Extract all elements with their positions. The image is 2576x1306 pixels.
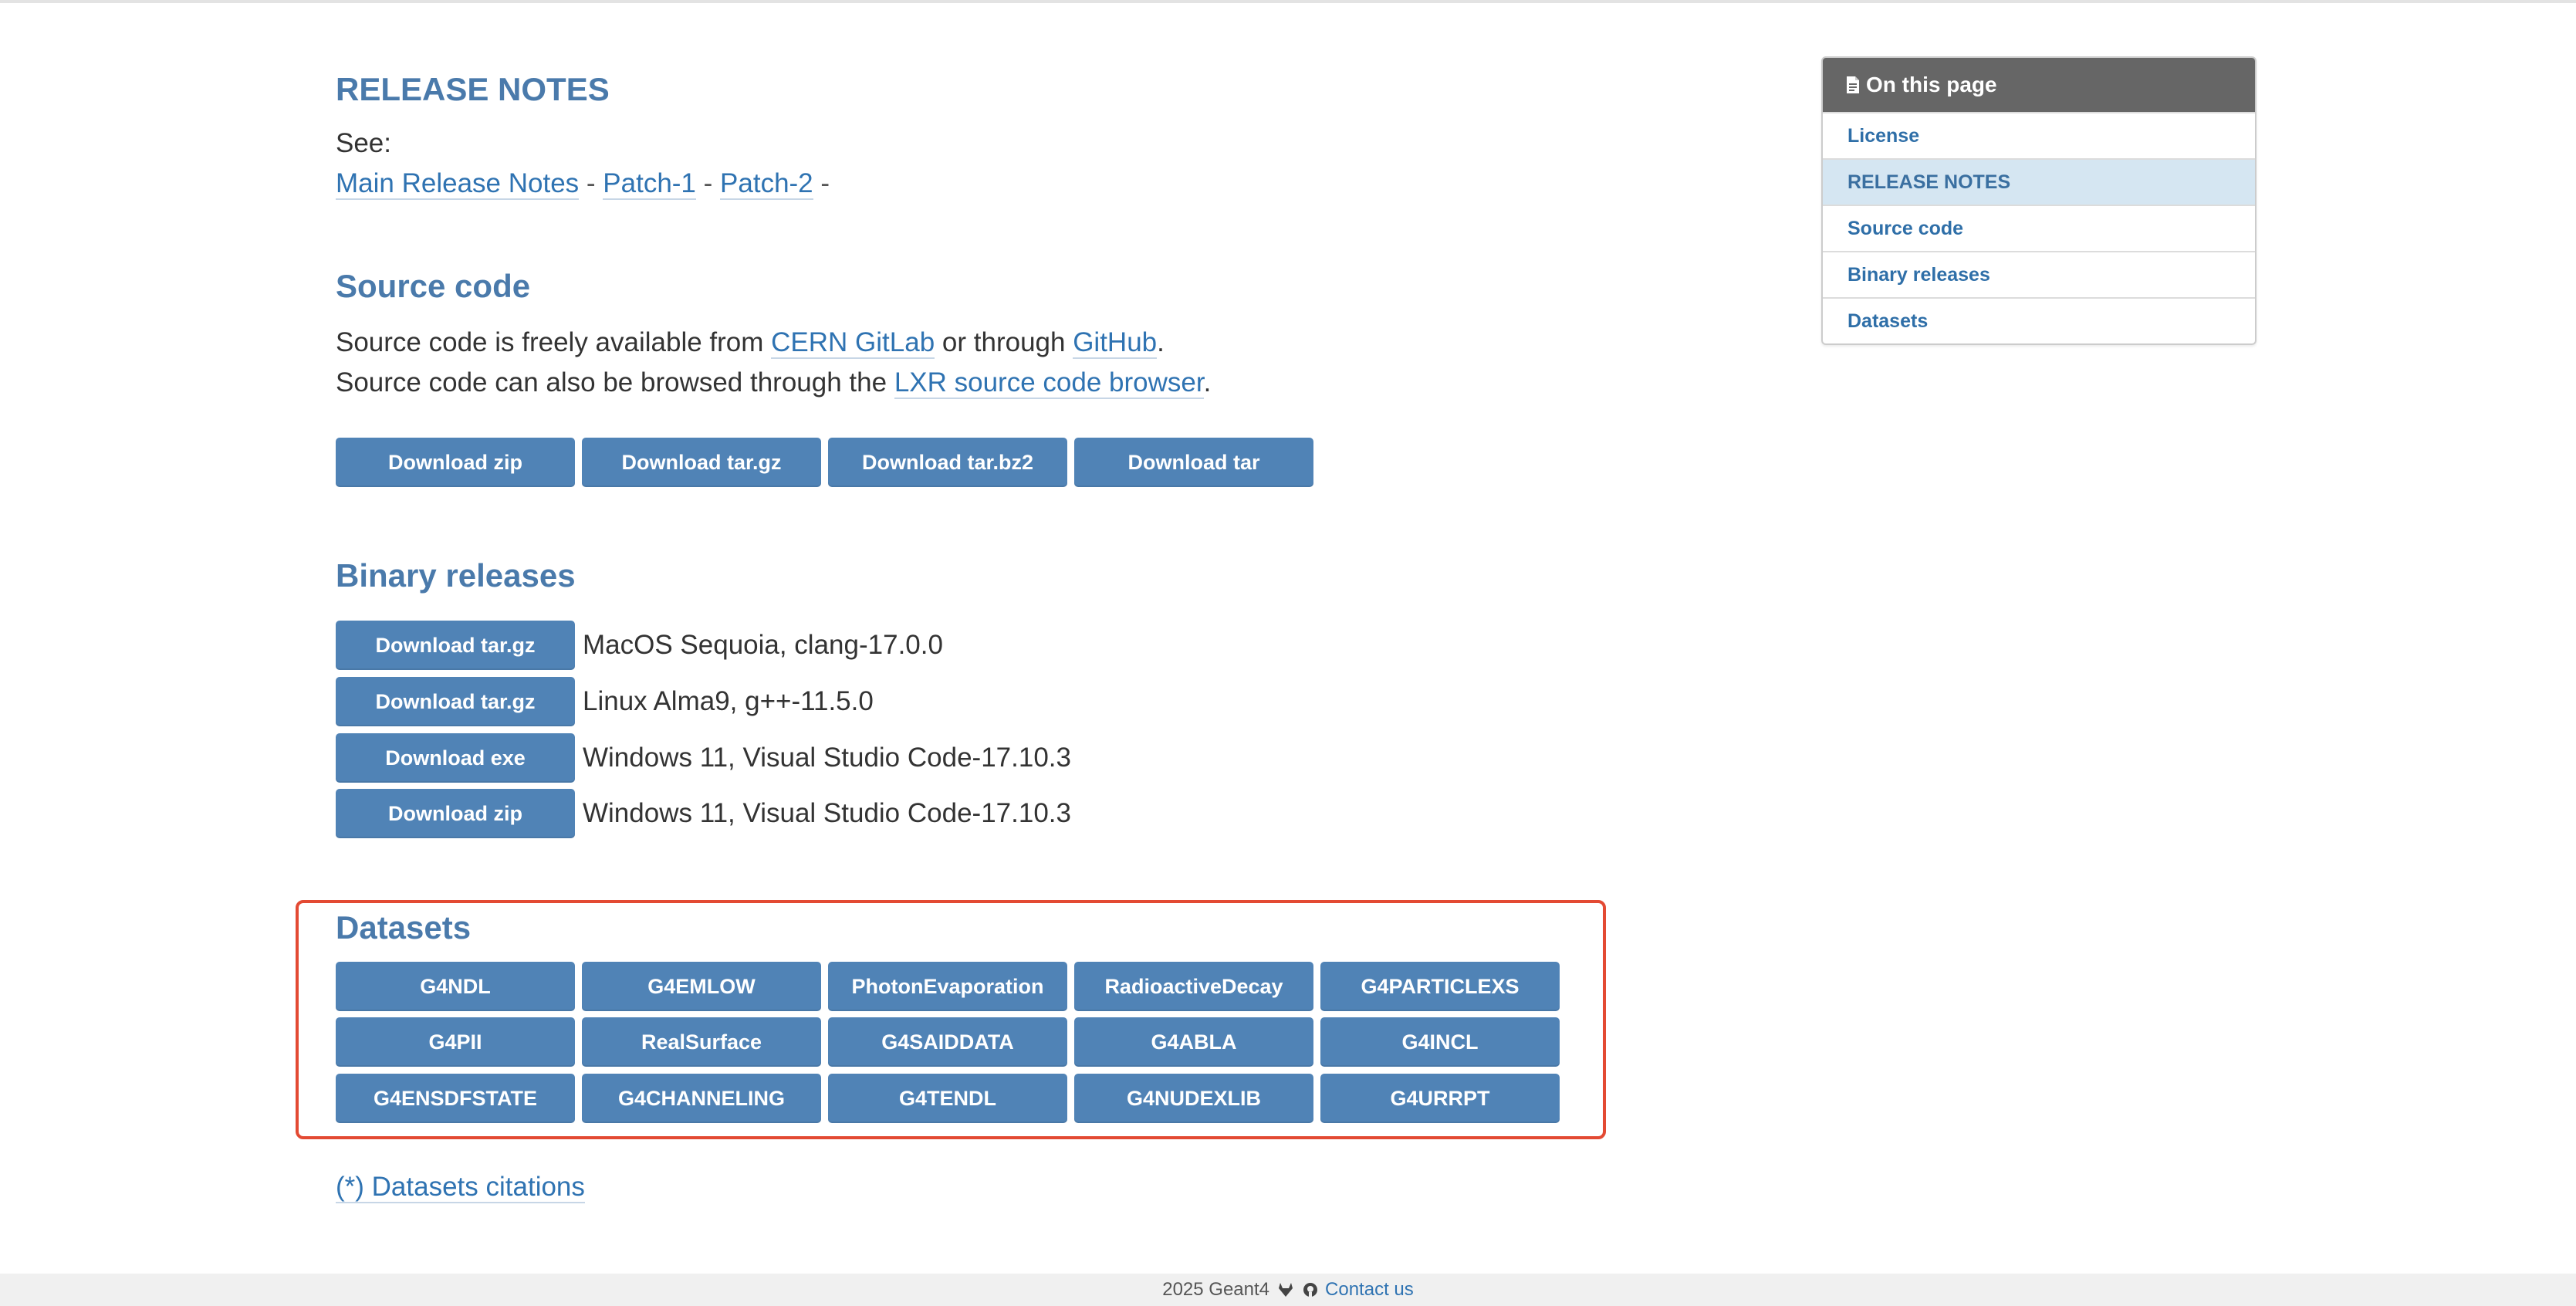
- document-icon: [1847, 76, 1859, 93]
- toc-item-license[interactable]: License: [1823, 112, 2255, 158]
- release-notes-heading: RELEASE NOTES: [336, 71, 610, 107]
- on-this-page-panel: On this page License RELEASE NOTES Sourc…: [1821, 56, 2257, 345]
- separator: -: [586, 168, 596, 198]
- github-icon[interactable]: [1302, 1281, 1319, 1298]
- toc-title: On this page: [1866, 73, 1997, 96]
- source-text: Source code is freely available from: [336, 327, 772, 357]
- download-zip-button[interactable]: Download zip: [336, 438, 575, 487]
- source-text: .: [1203, 367, 1212, 398]
- source-code-line-2: Source code can also be browsed through …: [336, 367, 1212, 399]
- source-text: or through: [935, 327, 1073, 357]
- separator: -: [703, 168, 713, 198]
- download-targz-button[interactable]: Download tar.gz: [582, 438, 821, 487]
- source-text: .: [1157, 327, 1165, 357]
- github-link[interactable]: GitHub: [1073, 327, 1158, 359]
- release-links: Main Release Notes - Patch-1 - Patch-2 -: [336, 168, 830, 200]
- toc-item-release-notes[interactable]: RELEASE NOTES: [1823, 158, 2255, 205]
- binary-download-button[interactable]: Download tar.gz: [336, 677, 575, 726]
- patch-2-link[interactable]: Patch-2: [720, 168, 813, 200]
- binary-platform-label: MacOS Sequoia, clang-17.0.0: [583, 630, 943, 660]
- contact-us-link[interactable]: Contact us: [1325, 1279, 1414, 1301]
- gitlab-icon[interactable]: [1277, 1281, 1294, 1298]
- datasets-highlight-box: [296, 900, 1606, 1139]
- binary-platform-label: Windows 11, Visual Studio Code-17.10.3: [583, 743, 1071, 773]
- toc-header: On this page: [1823, 58, 2255, 112]
- binary-platform-label: Linux Alma9, g++-11.5.0: [583, 686, 874, 716]
- lxr-browser-link[interactable]: LXR source code browser: [894, 367, 1204, 399]
- footer: 2025 Geant4 Contact us: [0, 1274, 2576, 1306]
- source-text: Source code can also be browsed through …: [336, 367, 894, 398]
- download-tar-button[interactable]: Download tar: [1074, 438, 1313, 487]
- footer-text: 2025 Geant4: [1162, 1279, 1270, 1300]
- patch-1-link[interactable]: Patch-1: [603, 168, 696, 200]
- see-label: See:: [336, 128, 391, 158]
- binary-download-button[interactable]: Download exe: [336, 733, 575, 783]
- datasets-citations-link[interactable]: (*) Datasets citations: [336, 1172, 585, 1203]
- binary-releases-heading: Binary releases: [336, 557, 576, 594]
- binary-download-button[interactable]: Download zip: [336, 789, 575, 838]
- source-code-line-1: Source code is freely available from CER…: [336, 327, 1165, 359]
- binary-platform-label: Windows 11, Visual Studio Code-17.10.3: [583, 798, 1071, 828]
- toc-item-binary-releases[interactable]: Binary releases: [1823, 251, 2255, 297]
- citations-line: (*) Datasets citations: [336, 1172, 585, 1203]
- binary-download-button[interactable]: Download tar.gz: [336, 621, 575, 670]
- download-tarbz2-button[interactable]: Download tar.bz2: [828, 438, 1067, 487]
- cern-gitlab-link[interactable]: CERN GitLab: [771, 327, 935, 359]
- source-code-heading: Source code: [336, 268, 531, 304]
- top-rule: [0, 0, 2576, 3]
- main-release-notes-link[interactable]: Main Release Notes: [336, 168, 580, 200]
- toc-item-source-code[interactable]: Source code: [1823, 205, 2255, 251]
- separator: -: [820, 168, 830, 198]
- toc-item-datasets[interactable]: Datasets: [1823, 297, 2255, 343]
